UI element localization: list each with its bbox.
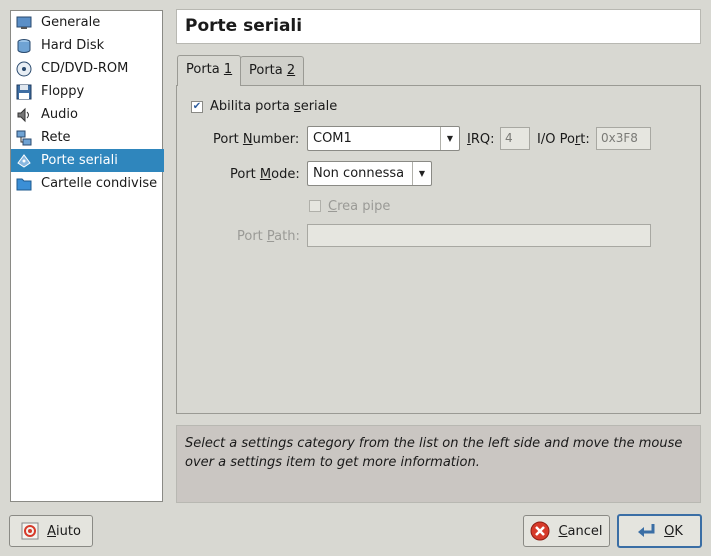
network-icon	[15, 129, 33, 147]
port-number-label: Port Number:	[213, 132, 300, 147]
irq-field[interactable]: 4	[500, 127, 530, 150]
sidebar-item-label: CD/DVD-ROM	[41, 61, 129, 76]
sidebar-item-label: Audio	[41, 107, 78, 122]
cancel-button-label: Cancel	[558, 523, 603, 539]
sidebar-item-label: Floppy	[41, 84, 85, 99]
page-title: Porte seriali	[176, 9, 701, 44]
chevron-down-icon: ▼	[412, 162, 431, 185]
tab-panel: ✔ Abilita porta seriale Port Number: COM…	[176, 85, 701, 414]
port-number-select[interactable]: COM1 ▼	[307, 126, 460, 151]
serial-port-icon	[15, 152, 33, 170]
sidebar-item-audio[interactable]: Audio	[11, 103, 164, 126]
help-icon	[21, 522, 39, 540]
sidebar-item-cd-dvd-rom[interactable]: CD/DVD-ROM	[11, 57, 164, 80]
cancel-icon	[530, 521, 550, 541]
sidebar-item-cartelle-condivise[interactable]: Cartelle condivise	[11, 172, 164, 195]
ok-button-label: OK	[664, 523, 683, 539]
floppy-icon	[15, 83, 33, 101]
sidebar-item-label: Rete	[41, 130, 71, 145]
sidebar-item-label: Generale	[41, 15, 101, 30]
enter-arrow-icon	[636, 522, 656, 540]
monitor-icon	[15, 14, 33, 32]
help-button-label: Aiuto	[47, 523, 81, 539]
cancel-button[interactable]: Cancel	[523, 515, 610, 547]
sidebar-item-label: Hard Disk	[41, 38, 105, 53]
settings-category-list[interactable]: Generale Hard Disk CD/DVD-ROM Floppy Aud…	[10, 10, 164, 502]
tab-porta-1[interactable]: Porta 1	[177, 55, 242, 86]
sidebar-item-generale[interactable]: Generale	[11, 11, 164, 34]
create-pipe-checkbox[interactable]	[309, 200, 321, 212]
port-mode-select[interactable]: Non connessa ▼	[307, 161, 432, 186]
enable-serial-port-label[interactable]: Abilita porta seriale	[210, 99, 337, 114]
enable-serial-port-checkbox[interactable]: ✔	[191, 101, 203, 113]
sidebar-item-label: Cartelle condivise	[41, 176, 158, 191]
hard-disk-icon	[15, 37, 33, 55]
audio-icon	[15, 106, 33, 124]
tab-porta-2[interactable]: Porta 2	[240, 56, 305, 86]
irq-label: IRQ:	[467, 132, 495, 147]
io-port-label: I/O Port:	[537, 132, 590, 147]
sidebar-item-rete[interactable]: Rete	[11, 126, 164, 149]
port-path-field[interactable]	[307, 224, 651, 247]
sidebar-item-floppy[interactable]: Floppy	[11, 80, 164, 103]
ok-button[interactable]: OK	[617, 514, 702, 548]
help-button[interactable]: Aiuto	[9, 515, 93, 547]
folder-icon	[15, 175, 33, 193]
cd-icon	[15, 60, 33, 78]
io-port-field[interactable]: 0x3F8	[596, 127, 651, 150]
sidebar-item-label: Porte seriali	[41, 153, 118, 168]
sidebar-item-porte-seriali[interactable]: Porte seriali	[11, 149, 164, 172]
sidebar-item-hard-disk[interactable]: Hard Disk	[11, 34, 164, 57]
chevron-down-icon: ▼	[440, 127, 459, 150]
create-pipe-label[interactable]: Crea pipe	[328, 199, 390, 214]
info-box: Select a settings category from the list…	[176, 425, 701, 503]
port-path-label: Port Path:	[237, 229, 300, 244]
port-mode-label: Port Mode:	[230, 167, 300, 182]
